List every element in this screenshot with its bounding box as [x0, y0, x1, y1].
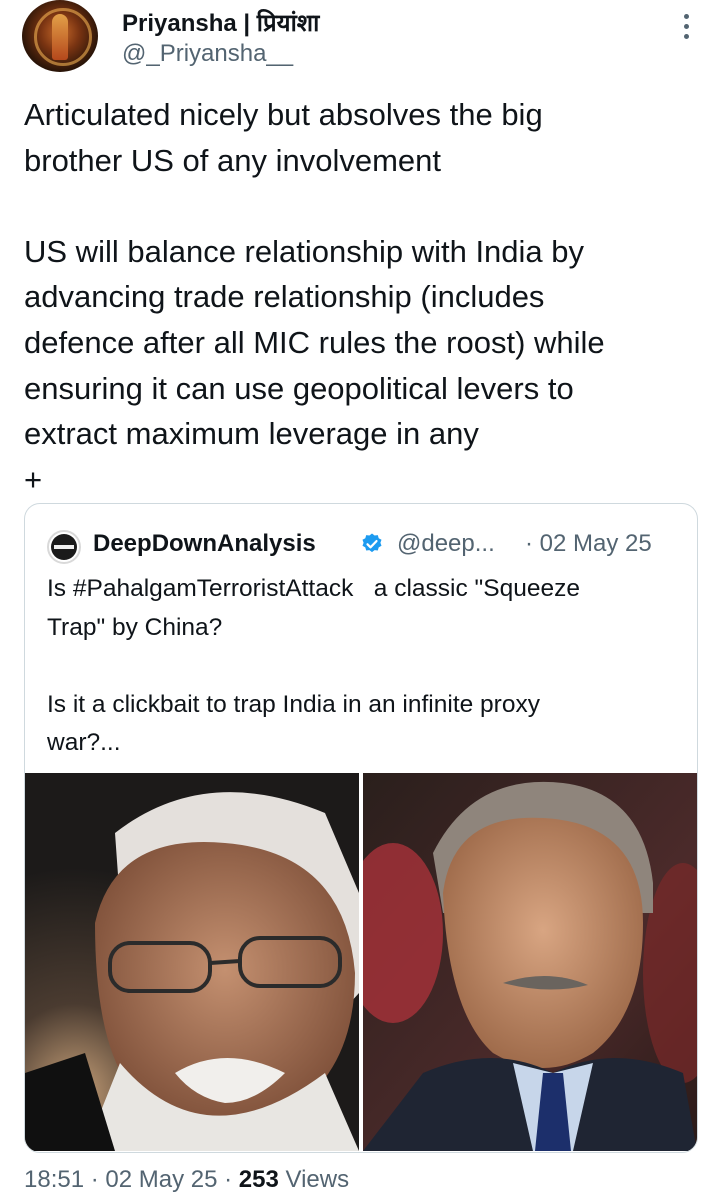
quoted-author-handle[interactable]: @deep...	[397, 530, 495, 558]
quoted-tweet-text: Is #PahalgamTerroristAttack a classic "S…	[47, 575, 580, 756]
quoted-author-name[interactable]: DeepDownAnalysis	[93, 530, 316, 558]
tweet-text: Articulated nicely but absolves the big …	[24, 97, 605, 497]
author-display-name[interactable]: Priyansha | प्रियांशा	[122, 6, 319, 39]
quoted-media-photo-right[interactable]	[363, 773, 697, 1151]
meta-separator: ·	[84, 1166, 106, 1193]
quoted-author-avatar[interactable]	[47, 530, 81, 564]
author-handle[interactable]: @_Priyansha__	[122, 40, 293, 68]
avatar-figure	[52, 14, 68, 60]
tweet-time[interactable]: 18:51	[24, 1166, 84, 1193]
views-count: 253	[238, 1166, 279, 1193]
more-options-icon[interactable]	[676, 14, 696, 44]
quoted-tweet-card[interactable]: DeepDownAnalysis @deep... · 02 May 25 Is…	[24, 503, 698, 1153]
quoted-tweet-date[interactable]: · 02 May 25	[525, 530, 652, 558]
tweet-meta: 18:51 · 02 May 25 · 253 Views	[24, 1166, 349, 1194]
verified-badge-icon	[362, 533, 382, 553]
views-label: Views	[278, 1166, 350, 1193]
meta-separator: ·	[217, 1166, 239, 1193]
quoted-media-photo-left[interactable]	[25, 773, 359, 1151]
author-avatar[interactable]	[22, 0, 98, 72]
tweet-date[interactable]: 02 May 25	[105, 1166, 217, 1193]
